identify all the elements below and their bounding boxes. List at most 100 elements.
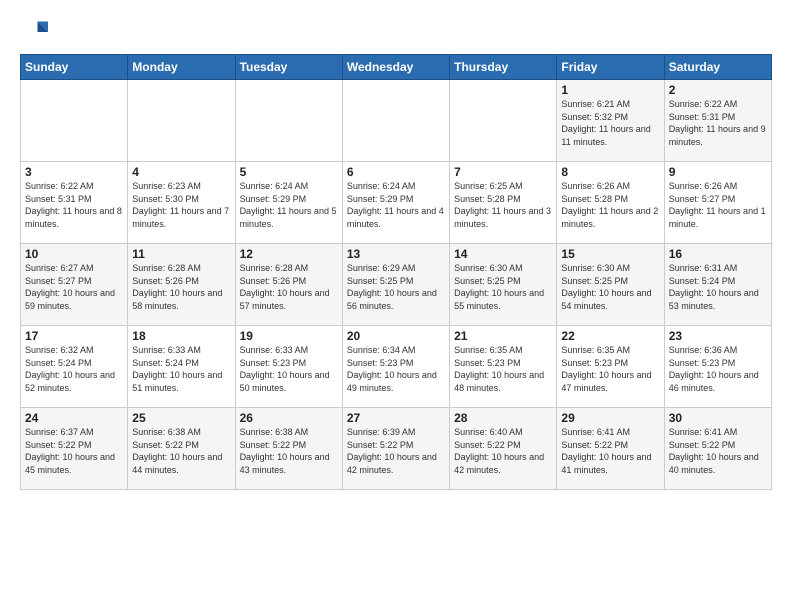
day-number: 24: [25, 411, 123, 425]
day-number: 29: [561, 411, 659, 425]
calendar-cell: 4Sunrise: 6:23 AM Sunset: 5:30 PM Daylig…: [128, 162, 235, 244]
calendar-cell: 13Sunrise: 6:29 AM Sunset: 5:25 PM Dayli…: [342, 244, 449, 326]
calendar-cell: 14Sunrise: 6:30 AM Sunset: 5:25 PM Dayli…: [450, 244, 557, 326]
weekday-row: SundayMondayTuesdayWednesdayThursdayFrid…: [21, 55, 772, 80]
weekday-header: Saturday: [664, 55, 771, 80]
calendar-cell: 29Sunrise: 6:41 AM Sunset: 5:22 PM Dayli…: [557, 408, 664, 490]
day-info: Sunrise: 6:33 AM Sunset: 5:24 PM Dayligh…: [132, 344, 230, 394]
day-info: Sunrise: 6:23 AM Sunset: 5:30 PM Dayligh…: [132, 180, 230, 230]
calendar-cell: [21, 80, 128, 162]
calendar-cell: 16Sunrise: 6:31 AM Sunset: 5:24 PM Dayli…: [664, 244, 771, 326]
calendar-header: SundayMondayTuesdayWednesdayThursdayFrid…: [21, 55, 772, 80]
calendar-cell: 3Sunrise: 6:22 AM Sunset: 5:31 PM Daylig…: [21, 162, 128, 244]
day-info: Sunrise: 6:41 AM Sunset: 5:22 PM Dayligh…: [669, 426, 767, 476]
calendar-cell: 9Sunrise: 6:26 AM Sunset: 5:27 PM Daylig…: [664, 162, 771, 244]
day-number: 2: [669, 83, 767, 97]
day-number: 16: [669, 247, 767, 261]
calendar-cell: 8Sunrise: 6:26 AM Sunset: 5:28 PM Daylig…: [557, 162, 664, 244]
calendar-week-row: 1Sunrise: 6:21 AM Sunset: 5:32 PM Daylig…: [21, 80, 772, 162]
day-info: Sunrise: 6:30 AM Sunset: 5:25 PM Dayligh…: [454, 262, 552, 312]
calendar-cell: 24Sunrise: 6:37 AM Sunset: 5:22 PM Dayli…: [21, 408, 128, 490]
day-number: 13: [347, 247, 445, 261]
weekday-header: Sunday: [21, 55, 128, 80]
day-info: Sunrise: 6:33 AM Sunset: 5:23 PM Dayligh…: [240, 344, 338, 394]
day-info: Sunrise: 6:28 AM Sunset: 5:26 PM Dayligh…: [132, 262, 230, 312]
calendar-cell: [450, 80, 557, 162]
calendar-body: 1Sunrise: 6:21 AM Sunset: 5:32 PM Daylig…: [21, 80, 772, 490]
day-number: 14: [454, 247, 552, 261]
calendar-cell: 18Sunrise: 6:33 AM Sunset: 5:24 PM Dayli…: [128, 326, 235, 408]
calendar-cell: 19Sunrise: 6:33 AM Sunset: 5:23 PM Dayli…: [235, 326, 342, 408]
day-number: 7: [454, 165, 552, 179]
day-info: Sunrise: 6:21 AM Sunset: 5:32 PM Dayligh…: [561, 98, 659, 148]
day-number: 9: [669, 165, 767, 179]
day-info: Sunrise: 6:26 AM Sunset: 5:27 PM Dayligh…: [669, 180, 767, 230]
day-number: 4: [132, 165, 230, 179]
day-number: 21: [454, 329, 552, 343]
calendar-cell: 25Sunrise: 6:38 AM Sunset: 5:22 PM Dayli…: [128, 408, 235, 490]
day-number: 15: [561, 247, 659, 261]
day-number: 28: [454, 411, 552, 425]
day-info: Sunrise: 6:22 AM Sunset: 5:31 PM Dayligh…: [669, 98, 767, 148]
day-info: Sunrise: 6:32 AM Sunset: 5:24 PM Dayligh…: [25, 344, 123, 394]
calendar-cell: 11Sunrise: 6:28 AM Sunset: 5:26 PM Dayli…: [128, 244, 235, 326]
calendar-cell: 23Sunrise: 6:36 AM Sunset: 5:23 PM Dayli…: [664, 326, 771, 408]
calendar-cell: 6Sunrise: 6:24 AM Sunset: 5:29 PM Daylig…: [342, 162, 449, 244]
day-info: Sunrise: 6:40 AM Sunset: 5:22 PM Dayligh…: [454, 426, 552, 476]
day-number: 26: [240, 411, 338, 425]
calendar-cell: 7Sunrise: 6:25 AM Sunset: 5:28 PM Daylig…: [450, 162, 557, 244]
day-info: Sunrise: 6:39 AM Sunset: 5:22 PM Dayligh…: [347, 426, 445, 476]
calendar-week-row: 17Sunrise: 6:32 AM Sunset: 5:24 PM Dayli…: [21, 326, 772, 408]
calendar-week-row: 10Sunrise: 6:27 AM Sunset: 5:27 PM Dayli…: [21, 244, 772, 326]
day-number: 6: [347, 165, 445, 179]
weekday-header: Wednesday: [342, 55, 449, 80]
day-number: 3: [25, 165, 123, 179]
calendar-cell: [235, 80, 342, 162]
calendar-cell: 20Sunrise: 6:34 AM Sunset: 5:23 PM Dayli…: [342, 326, 449, 408]
day-number: 27: [347, 411, 445, 425]
day-number: 1: [561, 83, 659, 97]
calendar-cell: 2Sunrise: 6:22 AM Sunset: 5:31 PM Daylig…: [664, 80, 771, 162]
day-info: Sunrise: 6:27 AM Sunset: 5:27 PM Dayligh…: [25, 262, 123, 312]
day-number: 30: [669, 411, 767, 425]
weekday-header: Friday: [557, 55, 664, 80]
day-info: Sunrise: 6:29 AM Sunset: 5:25 PM Dayligh…: [347, 262, 445, 312]
calendar-week-row: 24Sunrise: 6:37 AM Sunset: 5:22 PM Dayli…: [21, 408, 772, 490]
day-number: 5: [240, 165, 338, 179]
day-number: 25: [132, 411, 230, 425]
calendar-cell: 27Sunrise: 6:39 AM Sunset: 5:22 PM Dayli…: [342, 408, 449, 490]
calendar-cell: 17Sunrise: 6:32 AM Sunset: 5:24 PM Dayli…: [21, 326, 128, 408]
day-info: Sunrise: 6:26 AM Sunset: 5:28 PM Dayligh…: [561, 180, 659, 230]
calendar-cell: 1Sunrise: 6:21 AM Sunset: 5:32 PM Daylig…: [557, 80, 664, 162]
calendar-cell: [342, 80, 449, 162]
calendar-cell: [128, 80, 235, 162]
calendar-cell: 28Sunrise: 6:40 AM Sunset: 5:22 PM Dayli…: [450, 408, 557, 490]
day-info: Sunrise: 6:35 AM Sunset: 5:23 PM Dayligh…: [561, 344, 659, 394]
calendar-cell: 5Sunrise: 6:24 AM Sunset: 5:29 PM Daylig…: [235, 162, 342, 244]
page: SundayMondayTuesdayWednesdayThursdayFrid…: [0, 0, 792, 612]
calendar-cell: 15Sunrise: 6:30 AM Sunset: 5:25 PM Dayli…: [557, 244, 664, 326]
day-info: Sunrise: 6:36 AM Sunset: 5:23 PM Dayligh…: [669, 344, 767, 394]
calendar-cell: 10Sunrise: 6:27 AM Sunset: 5:27 PM Dayli…: [21, 244, 128, 326]
calendar-cell: 12Sunrise: 6:28 AM Sunset: 5:26 PM Dayli…: [235, 244, 342, 326]
day-info: Sunrise: 6:38 AM Sunset: 5:22 PM Dayligh…: [132, 426, 230, 476]
day-info: Sunrise: 6:37 AM Sunset: 5:22 PM Dayligh…: [25, 426, 123, 476]
weekday-header: Thursday: [450, 55, 557, 80]
day-number: 11: [132, 247, 230, 261]
day-info: Sunrise: 6:28 AM Sunset: 5:26 PM Dayligh…: [240, 262, 338, 312]
day-number: 12: [240, 247, 338, 261]
calendar-week-row: 3Sunrise: 6:22 AM Sunset: 5:31 PM Daylig…: [21, 162, 772, 244]
day-info: Sunrise: 6:25 AM Sunset: 5:28 PM Dayligh…: [454, 180, 552, 230]
weekday-header: Monday: [128, 55, 235, 80]
day-info: Sunrise: 6:30 AM Sunset: 5:25 PM Dayligh…: [561, 262, 659, 312]
calendar-cell: 26Sunrise: 6:38 AM Sunset: 5:22 PM Dayli…: [235, 408, 342, 490]
weekday-header: Tuesday: [235, 55, 342, 80]
day-number: 10: [25, 247, 123, 261]
day-number: 8: [561, 165, 659, 179]
day-number: 19: [240, 329, 338, 343]
day-number: 18: [132, 329, 230, 343]
day-number: 23: [669, 329, 767, 343]
logo: [20, 18, 52, 46]
day-info: Sunrise: 6:31 AM Sunset: 5:24 PM Dayligh…: [669, 262, 767, 312]
day-info: Sunrise: 6:35 AM Sunset: 5:23 PM Dayligh…: [454, 344, 552, 394]
